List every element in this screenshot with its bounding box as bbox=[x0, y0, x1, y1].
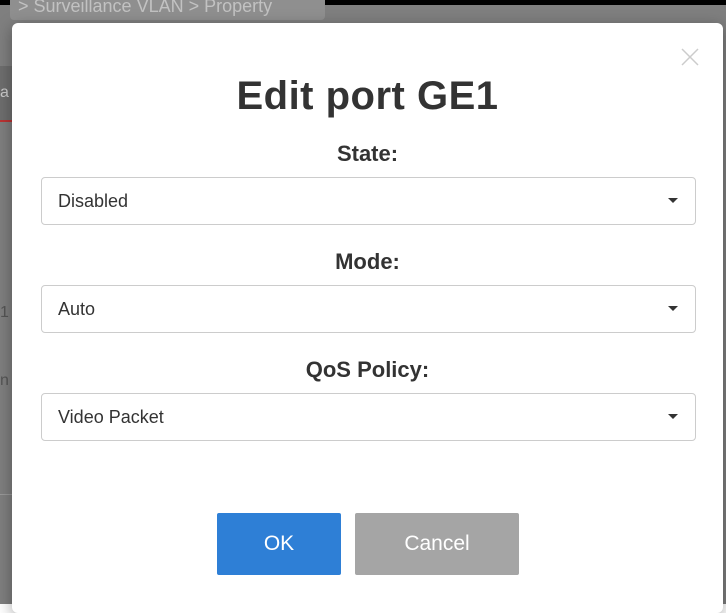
qos-policy-select-value: Video Packet bbox=[58, 407, 164, 427]
state-select[interactable]: Disabled bbox=[41, 177, 696, 225]
dialog-title: Edit port GE1 bbox=[236, 74, 499, 118]
background-text-fragment: n bbox=[0, 372, 9, 389]
mode-select[interactable]: Auto bbox=[41, 285, 696, 333]
mode-label: Mode: bbox=[335, 249, 400, 274]
caret-down-icon bbox=[668, 414, 678, 419]
state-select-value: Disabled bbox=[58, 191, 129, 211]
qos-policy-select[interactable]: Video Packet bbox=[41, 393, 696, 441]
state-label: State: bbox=[336, 141, 399, 166]
background-divider bbox=[0, 494, 12, 495]
caret-down-icon bbox=[668, 306, 678, 311]
ok-button[interactable]: OK bbox=[217, 513, 341, 575]
edit-port-dialog: Edit port GE1 State: Disabled Mode: Auto… bbox=[12, 23, 723, 613]
caret-down-icon bbox=[668, 198, 678, 203]
background-text-fragment: 1 bbox=[0, 304, 9, 321]
qos-policy-label: QoS Policy: bbox=[305, 357, 430, 382]
close-button[interactable] bbox=[678, 45, 702, 69]
close-icon bbox=[681, 48, 699, 66]
cancel-button[interactable]: Cancel bbox=[355, 513, 519, 575]
breadcrumb: > Surveillance VLAN > Property bbox=[10, 0, 325, 20]
background-text-fragment: a bbox=[0, 84, 9, 101]
mode-select-value: Auto bbox=[58, 299, 96, 319]
